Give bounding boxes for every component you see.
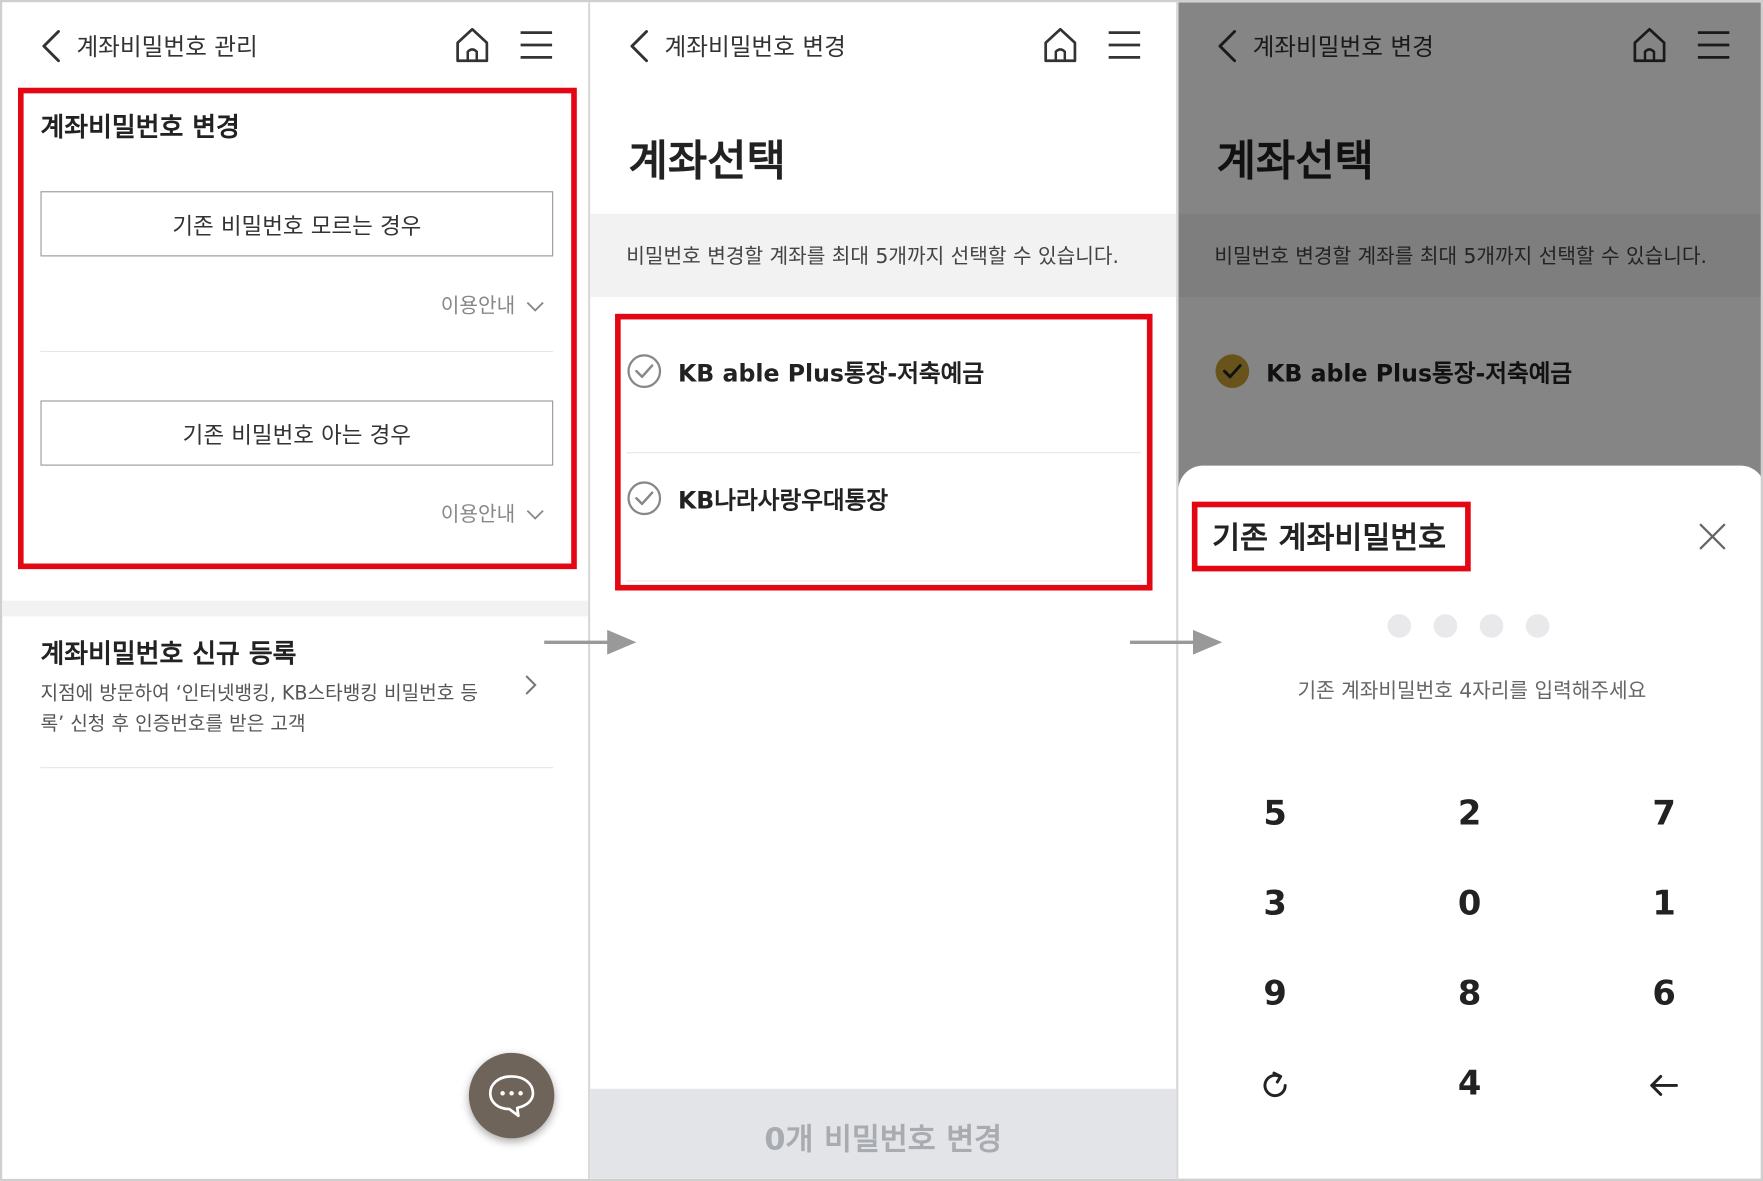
keypad-key[interactable]: 7 — [1619, 781, 1709, 848]
keypad-key[interactable]: 1 — [1619, 871, 1709, 938]
keypad-key[interactable]: 4 — [1425, 1051, 1515, 1118]
refresh-icon — [1263, 1071, 1287, 1098]
highlight-box-sheet-title — [1191, 501, 1471, 572]
keypad-key[interactable]: 5 — [1230, 781, 1320, 848]
register-description: 지점에 방문하여 ‘인터넷뱅킹, KB스타뱅킹 비밀번호 등록’ 신청 후 인증… — [40, 682, 478, 736]
hamburger-menu-icon[interactable] — [518, 29, 554, 60]
keypad-backspace-key[interactable] — [1619, 1051, 1709, 1118]
page-title: 계좌선택 — [628, 136, 786, 186]
keypad-refresh-key[interactable] — [1230, 1051, 1320, 1118]
pin-dot — [1479, 614, 1504, 638]
keypad-key[interactable]: 2 — [1425, 781, 1515, 848]
keypad-key[interactable]: 6 — [1619, 961, 1709, 1028]
header-title: 계좌비밀번호 관리 — [76, 33, 258, 61]
header-title: 계좌비밀번호 변경 — [664, 33, 846, 61]
app-header: 계좌비밀번호 변경 — [590, 2, 1176, 90]
backspace-icon — [1650, 1074, 1678, 1096]
back-arrow-icon[interactable] — [36, 27, 67, 65]
pin-dot — [1433, 614, 1458, 638]
home-icon[interactable] — [1041, 25, 1079, 65]
screen-pin-entry: 계좌비밀번호 변경 계좌선택 비밀번호 변경할 계좌를 최대 5개까지 선택할 … — [1178, 2, 1761, 1179]
hamburger-menu-icon[interactable] — [1106, 29, 1142, 60]
screen-account-select: 계좌비밀번호 변경 계좌선택 비밀번호 변경할 계좌를 최대 5개까지 선택할 … — [590, 2, 1177, 1179]
chatbot-button[interactable] — [468, 1052, 555, 1139]
chevron-right-icon[interactable] — [523, 673, 539, 698]
change-password-submit-button[interactable]: 0개 비밀번호 변경 — [590, 1088, 1177, 1179]
screen-password-management: 계좌비밀번호 관리 계좌비밀번호 변경 기존 비밀번호 모르는 경우 이용안내 … — [2, 2, 589, 1179]
tutorial-canvas: 계좌비밀번호 관리 계좌비밀번호 변경 기존 비밀번호 모르는 경우 이용안내 … — [0, 0, 1763, 1181]
pin-dot — [1387, 614, 1412, 638]
home-icon[interactable] — [453, 25, 491, 65]
notice-text: 비밀번호 변경할 계좌를 최대 5개까지 선택할 수 있습니다. — [626, 245, 1119, 269]
pin-hint: 기존 계좌비밀번호 4자리를 입력해주세요 — [1297, 679, 1647, 703]
chat-bubble-icon — [488, 1075, 535, 1118]
highlight-box-account-list — [615, 313, 1153, 591]
keypad-key[interactable]: 3 — [1230, 871, 1320, 938]
keypad-key[interactable]: 0 — [1425, 871, 1515, 938]
close-icon[interactable] — [1698, 522, 1727, 551]
pin-dot — [1525, 614, 1550, 638]
pin-bottom-sheet: 기존 계좌비밀번호 기존 계좌비밀번호 4자리를 입력해주세요 5 2 7 3 … — [1178, 465, 1761, 1179]
highlight-box-change-section — [17, 87, 577, 570]
flow-arrow-icon — [1130, 629, 1223, 655]
back-arrow-icon[interactable] — [624, 27, 655, 65]
register-title[interactable]: 계좌비밀번호 신규 등록 — [40, 632, 296, 670]
keypad-key[interactable]: 9 — [1230, 961, 1320, 1028]
app-header: 계좌비밀번호 관리 — [2, 2, 588, 90]
section-separator — [2, 600, 589, 617]
keypad-key[interactable]: 8 — [1425, 961, 1515, 1028]
divider — [40, 767, 554, 769]
flow-arrow-icon — [544, 629, 637, 655]
notice-banner: 비밀번호 변경할 계좌를 최대 5개까지 선택할 수 있습니다. — [590, 213, 1177, 297]
